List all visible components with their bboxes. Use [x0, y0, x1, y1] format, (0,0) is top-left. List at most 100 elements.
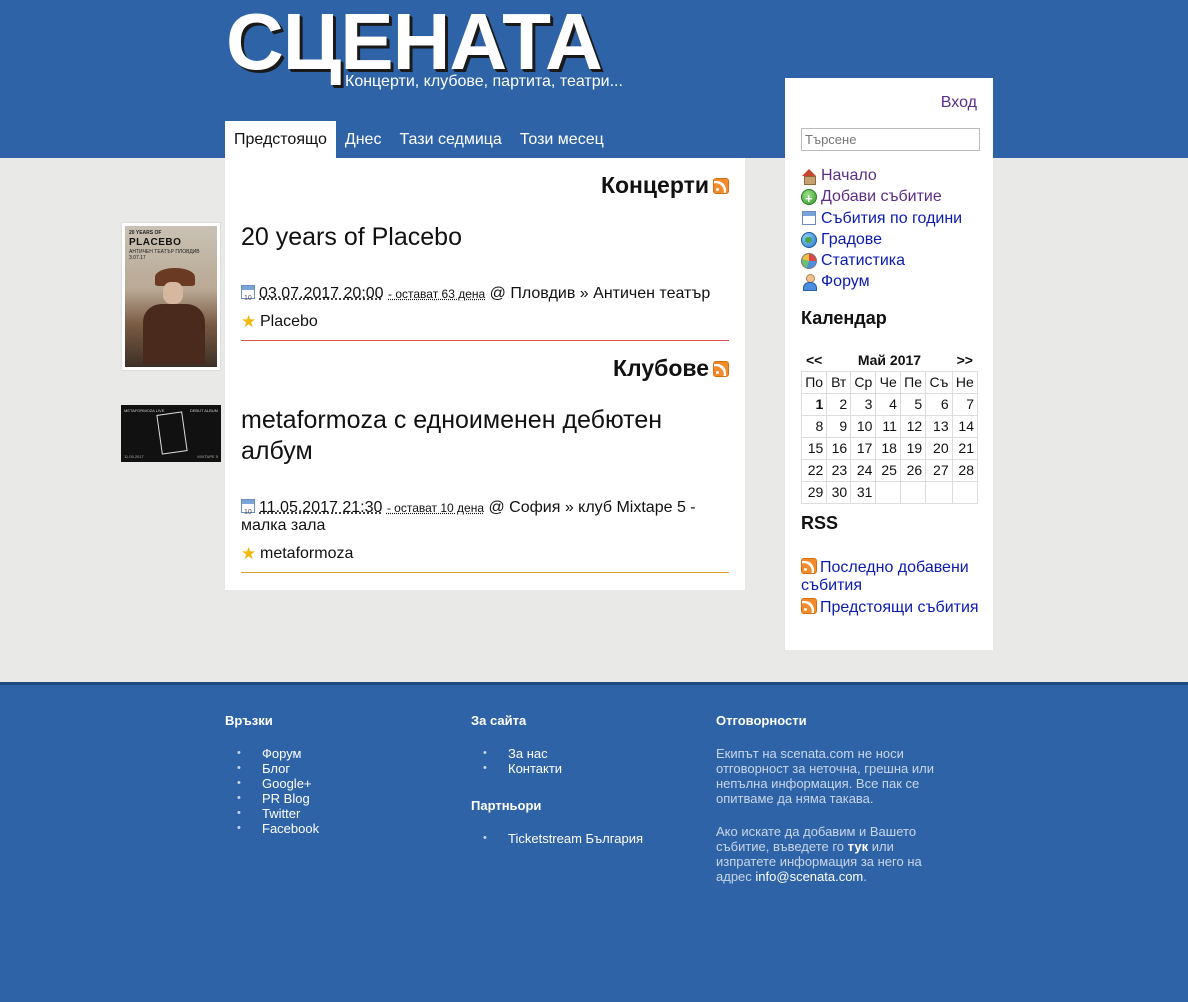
section-heading-clubs: Клубове — [613, 355, 729, 382]
calendar-day[interactable]: 19 — [899, 437, 927, 460]
calendar-icon — [241, 285, 255, 308]
footer-link-about-us[interactable]: За нас — [483, 746, 643, 761]
login-link[interactable]: Вход — [941, 94, 977, 112]
calendar-day[interactable]: 29 — [800, 481, 828, 504]
footer-link-googleplus[interactable]: Google+ — [237, 776, 319, 791]
event-title[interactable]: 20 years of Placebo — [241, 222, 721, 253]
contact-email-link[interactable]: info@scenata.com — [755, 869, 863, 884]
calendar-weekdays: По Вт Ср Че Пе Съ Не — [800, 371, 979, 394]
calendar-day[interactable]: 14 — [951, 415, 979, 438]
event-date[interactable]: 11.05.2017 21:30 — [259, 499, 382, 516]
calendar-day[interactable]: 22 — [800, 459, 828, 482]
calendar-days: 1 2 3 4 5 6 7 8 9 10 11 12 13 14 15 16 17 18 19 20 21 22 23 24 2… — [800, 393, 979, 504]
sidebar-item-label: Събития по години — [821, 209, 963, 227]
rss-link-upcoming[interactable]: Предстоящи събития — [801, 598, 981, 617]
footer-link-forum[interactable]: Форум — [237, 746, 319, 761]
event-poster-metaformoza[interactable]: METAFORMOZA LIVE DEBUT ALBUM 11.05.2017 … — [121, 405, 221, 462]
rss-link-latest[interactable]: Последно добавени събития — [801, 558, 981, 595]
event-location[interactable]: @ Пловдив » Античен театър — [490, 285, 711, 302]
calendar-day[interactable]: 21 — [951, 437, 979, 460]
footer-link-twitter[interactable]: Twitter — [237, 806, 319, 821]
tab-today[interactable]: Днес — [336, 121, 391, 158]
sidebar-item-add-event[interactable]: Добави събитие — [801, 186, 962, 209]
calendar-day[interactable]: 11 — [875, 415, 901, 438]
footer-link-blog[interactable]: Блог — [237, 761, 319, 776]
weekday-label: Пе — [899, 371, 927, 394]
footer-link-ticketstream[interactable]: Ticketstream България — [483, 831, 643, 846]
rss-icon[interactable] — [713, 360, 729, 377]
calendar-day[interactable]: 31 — [850, 481, 877, 504]
artist-name[interactable]: Placebo — [260, 313, 318, 331]
calendar-day[interactable]: 18 — [875, 437, 901, 460]
calendar-day[interactable]: 26 — [899, 459, 927, 482]
calendar-day[interactable]: 8 — [800, 415, 828, 438]
calendar-day[interactable]: 4 — [875, 393, 901, 416]
add-event-link[interactable]: тук — [848, 839, 868, 854]
footer-link-facebook[interactable]: Facebook — [237, 821, 319, 836]
calendar-day[interactable]: 12 — [899, 415, 927, 438]
sidebar-item-cities[interactable]: Градове — [801, 229, 962, 250]
tab-this-month[interactable]: Този месец — [511, 121, 613, 158]
event-artist[interactable]: ★ metaformoza — [241, 545, 353, 563]
calendar-day[interactable]: 9 — [826, 415, 852, 438]
event-date[interactable]: 03.07.2017 20:00 — [259, 285, 384, 302]
calendar-day[interactable]: 1 — [800, 393, 828, 416]
calendar-day[interactable]: 25 — [875, 459, 901, 482]
calendar-day[interactable]: 15 — [800, 437, 828, 460]
calendar-caption: << Май 2017 >> — [802, 350, 978, 372]
rss-heading: RSS — [801, 513, 839, 533]
calendar-day[interactable]: 5 — [899, 393, 927, 416]
section-separator — [241, 572, 729, 573]
star-icon: ★ — [241, 544, 257, 563]
calendar-day[interactable]: 10 — [850, 415, 877, 438]
disclaimer-text: Екипът на scenata.com не носи отговорнос… — [716, 746, 934, 806]
add-event-text-end: . — [863, 869, 867, 884]
sidebar-menu: Начало Добави събитие Събития по години … — [801, 165, 962, 293]
calendar-day[interactable]: 23 — [826, 459, 852, 482]
calendar-day[interactable]: 7 — [951, 393, 979, 416]
calendar-day[interactable]: 20 — [925, 437, 953, 460]
rss-icon — [801, 598, 817, 614]
calendar-day[interactable]: 6 — [925, 393, 953, 416]
rss-icon[interactable] — [713, 177, 729, 194]
sidebar-item-forum[interactable]: Форум — [801, 271, 962, 292]
poster-text: METAFORMOZA LIVE — [124, 408, 165, 413]
calendar-day[interactable]: 30 — [826, 481, 852, 504]
section-title[interactable]: Клубове — [613, 355, 709, 382]
calendar-day[interactable]: 24 — [850, 459, 877, 482]
footer-heading: За сайта — [471, 713, 527, 728]
poster-text: АНТИЧЕН ТЕАТЪР ПЛОВДИВ 3.07.17 — [129, 249, 200, 261]
site-logo[interactable]: СЦЕНАТА — [226, 0, 603, 84]
event-poster-placebo[interactable]: 20 YEARS OF PLACEBO АНТИЧЕН ТЕАТЪР ПЛОВД… — [121, 222, 221, 371]
calendar-day[interactable]: 28 — [951, 459, 979, 482]
sidebar-item-home[interactable]: Начало — [801, 165, 962, 186]
search-input[interactable] — [801, 128, 980, 151]
footer-links-list: Форум Блог Google+ PR Blog Twitter Faceb… — [225, 746, 319, 836]
tab-upcoming[interactable]: Предстоящо — [225, 121, 336, 158]
artist-name[interactable]: metaformoza — [260, 545, 353, 563]
calendar-day[interactable]: 16 — [826, 437, 852, 460]
tab-this-week[interactable]: Тази седмица — [390, 121, 510, 158]
sidebar-item-statistics[interactable]: Статистика — [801, 250, 962, 271]
event-title[interactable]: metaformoza с едноименен дебютен албум — [241, 405, 721, 467]
sidebar-item-events-by-year[interactable]: Събития по години — [801, 208, 962, 229]
footer-disclaimer-column: Отговорности Екипът на scenata.com не но… — [716, 713, 956, 902]
event-artist[interactable]: ★ Placebo — [241, 313, 318, 331]
sidebar-item-label: Начало — [821, 167, 877, 184]
calendar-day[interactable]: 3 — [850, 393, 877, 416]
site-tagline: Концерти, клубове, партита, театри... — [345, 73, 623, 90]
add-event-text: Ако искате да добавим и Вашето събитие, … — [716, 824, 956, 884]
sidebar: Вход Начало Добави събитие Събития по го… — [785, 78, 993, 650]
calendar-day[interactable]: 17 — [850, 437, 877, 460]
calendar-next-button[interactable]: >> — [952, 350, 977, 372]
poster-image: 20 YEARS OF PLACEBO АНТИЧЕН ТЕАТЪР ПЛОВД… — [125, 226, 217, 367]
footer-link-contacts[interactable]: Контакти — [483, 761, 643, 776]
calendar-day[interactable]: 27 — [925, 459, 953, 482]
calendar-empty-cell — [875, 481, 901, 504]
sidebar-item-label: Статистика — [821, 252, 906, 270]
footer-link-pr-blog[interactable]: PR Blog — [237, 791, 319, 806]
calendar-day[interactable]: 2 — [826, 393, 852, 416]
calendar-prev-button[interactable]: << — [802, 350, 827, 372]
calendar-day[interactable]: 13 — [925, 415, 953, 438]
section-title[interactable]: Концерти — [601, 172, 709, 199]
